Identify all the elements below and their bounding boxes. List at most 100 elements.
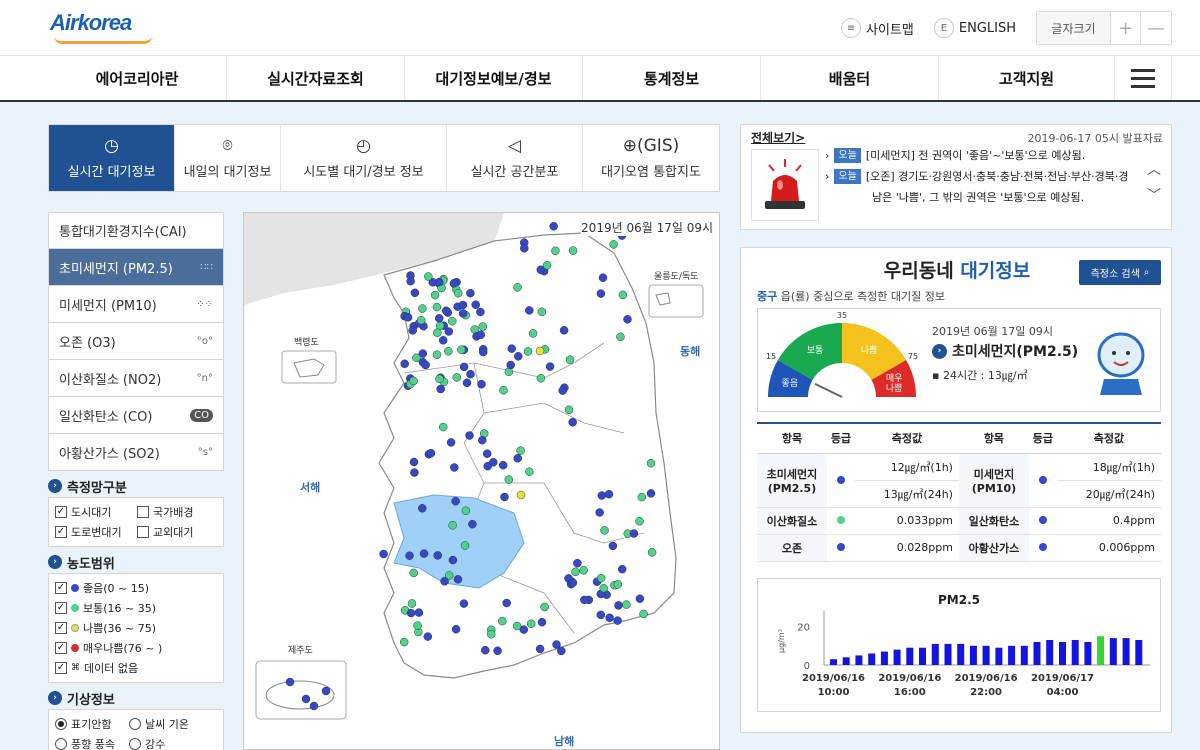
station-marker (426, 448, 436, 458)
west-sea-label: 서해 (300, 481, 321, 494)
pollutant-so2[interactable]: 아황산가스 (SO2) °s° (48, 434, 224, 471)
pollutant-pm10[interactable]: 미세먼지 (PM10) ⁘⁘ (48, 286, 224, 323)
weather-temp-radio[interactable]: 날씨 기온 (129, 714, 219, 734)
notice-item[interactable]: › 오늘 [오존] 경기도·강원영서·충북·충남·전북·전남·부산·경북·경 (825, 166, 1141, 187)
gauge-band-label: 나쁨 (886, 383, 903, 394)
scroll-up-icon[interactable]: ︿ (1147, 159, 1161, 179)
station-marker (458, 309, 468, 318)
range-good-checkbox[interactable]: ✓ 좋음(0 ~ 15) (55, 578, 217, 598)
air-quality-map[interactable]: 2019년 06월 17일 09시 울릉도/독도 백령도 동해 서해 남해 제주… (243, 212, 720, 750)
mascot-icon (1092, 329, 1150, 399)
station-marker (433, 328, 442, 337)
station-marker (540, 602, 549, 612)
station-marker (434, 314, 444, 323)
station-marker (646, 489, 656, 498)
station-marker (609, 240, 618, 249)
station-marker (598, 273, 608, 282)
pollutant-o3[interactable]: 오존 (O3) °o° (48, 323, 224, 360)
nav-item-statistics[interactable]: 통계정보 (582, 56, 760, 100)
view-all-link[interactable]: 전체보기> (751, 129, 805, 146)
district-name[interactable]: 중구 (757, 290, 777, 303)
tab-spatial[interactable]: ◁ 실시간 공간분포 (447, 125, 583, 191)
pm25-icon: ∷∷ (200, 261, 213, 273)
search-icon: ⌕ (1143, 267, 1150, 278)
station-marker (525, 306, 534, 315)
range-moderate-checkbox[interactable]: ✓ 보통(16 ~ 35) (55, 598, 217, 618)
so2-icon: °s° (197, 446, 213, 458)
weather-wind-radio[interactable]: 풍향 풍속 (55, 734, 129, 750)
station-marker (595, 508, 604, 517)
chart-bar (1097, 636, 1105, 665)
no2-icon: °n° (196, 372, 213, 384)
station-marker (478, 435, 487, 445)
station-marker (418, 504, 427, 513)
station-marker (535, 346, 545, 356)
station-marker (421, 360, 430, 370)
network-background-checkbox[interactable]: 국가배경 (137, 502, 219, 522)
station-marker (552, 640, 561, 649)
station-marker (573, 558, 582, 568)
nav-item-learning[interactable]: 배움터 (760, 56, 938, 100)
table-row: 초미세먼지 (PM2.5) 12㎍/㎥(1h) 미세먼지 (PM10) 18㎍/… (757, 453, 1161, 508)
gauge-date: 2019년 06월 17일 09시 (932, 325, 1053, 338)
nav-item-support[interactable]: 고객지원 (938, 56, 1114, 100)
station-marker (452, 373, 462, 382)
sitemap-link[interactable]: ≡ 사이트맵 (841, 18, 914, 38)
gauge-pollutant[interactable]: › 초미세먼지(PM2.5) (932, 341, 1078, 361)
english-link[interactable]: E ENGLISH (933, 18, 1016, 38)
font-decrease-button[interactable]: — (1141, 12, 1171, 44)
network-suburban-checkbox[interactable]: 교외대기 (137, 522, 219, 542)
station-marker (536, 374, 546, 383)
co-icon: CO (190, 408, 213, 422)
checkbox-empty-icon (137, 506, 149, 518)
station-marker (446, 438, 456, 447)
station-marker (614, 601, 623, 610)
station-marker (406, 608, 416, 618)
station-marker (410, 468, 419, 477)
e-icon: E (933, 18, 954, 38)
scroll-down-icon[interactable]: ﹀ (1147, 185, 1161, 205)
pollutant-cai[interactable]: 통합대기환경지수(CAI) (48, 212, 224, 249)
network-urban-checkbox[interactable]: ✓ 도시대기 (55, 502, 137, 522)
pollutant-pm25[interactable]: 초미세먼지 (PM2.5) ∷∷ (48, 249, 224, 286)
chart-bar (855, 655, 863, 665)
gauge-tick-label: 35 (837, 311, 847, 320)
station-marker (419, 549, 429, 558)
pollutant-co[interactable]: 일산화탄소 (CO) CO (48, 397, 224, 434)
y-axis-label: μg/m³ (777, 629, 786, 653)
o3-icon: °o° (196, 335, 213, 347)
weather-rain-radio[interactable]: 강수 (129, 734, 219, 750)
nav-item-about[interactable]: 에어코리아란 (48, 56, 226, 100)
network-roadside-checkbox[interactable]: ✓ 도로변대기 (55, 522, 137, 542)
nav-item-realtime[interactable]: 실시간자료조회 (226, 56, 404, 100)
font-increase-button[interactable]: + (1111, 12, 1141, 44)
station-marker (460, 541, 470, 550)
globe-icon: ⊕(GIS) (622, 135, 680, 156)
station-marker (549, 222, 558, 231)
gauge-band-label: 보통 (807, 345, 824, 356)
range-bad-checkbox[interactable]: ✓ 나쁨(36 ~ 75) (55, 618, 217, 638)
range-verybad-checkbox[interactable]: ✓ 매우나쁨(76 ~ ) (55, 638, 217, 658)
publish-time: 2019-06-17 05시 발표자료 (1027, 132, 1163, 145)
station-search-button[interactable]: 측정소 검색 ⌕ (1079, 260, 1161, 285)
station-marker (493, 646, 502, 656)
tab-gis[interactable]: ⊕(GIS) 대기오염 통합지도 (583, 125, 719, 191)
x-tick-label: 2019/06/16 (878, 673, 941, 684)
tab-tomorrow[interactable]: ⌾ 내일의 대기정보 (175, 125, 281, 191)
notice-item[interactable]: › 오늘 [미세먼지] 전 권역이 '좋음'~'보통'으로 예상됨. (825, 145, 1141, 166)
range-nodata-checkbox[interactable]: ✓ ⌘ 데이터 없음 (55, 658, 217, 678)
station-marker (409, 376, 418, 386)
station-marker (605, 613, 614, 623)
nav-item-forecast[interactable]: 대기정보예보/경보 (404, 56, 582, 100)
station-marker (486, 629, 496, 639)
menu-icon[interactable] (1114, 56, 1172, 100)
pollutant-no2[interactable]: 이산화질소 (NO2) °n° (48, 360, 224, 397)
station-marker (466, 288, 475, 298)
tab-province[interactable]: ◴ 시도별 대기/경보 정보 (281, 125, 447, 191)
font-size-control: 글자크기 + — (1036, 11, 1172, 45)
airkorea-logo[interactable]: Airkorea (50, 10, 160, 46)
weather-none-radio[interactable]: 표기안함 (55, 714, 129, 734)
chart-bar (868, 653, 876, 665)
tab-realtime[interactable]: ◷ 실시간 대기정보 (49, 125, 175, 191)
bad-dot-icon (71, 624, 79, 632)
